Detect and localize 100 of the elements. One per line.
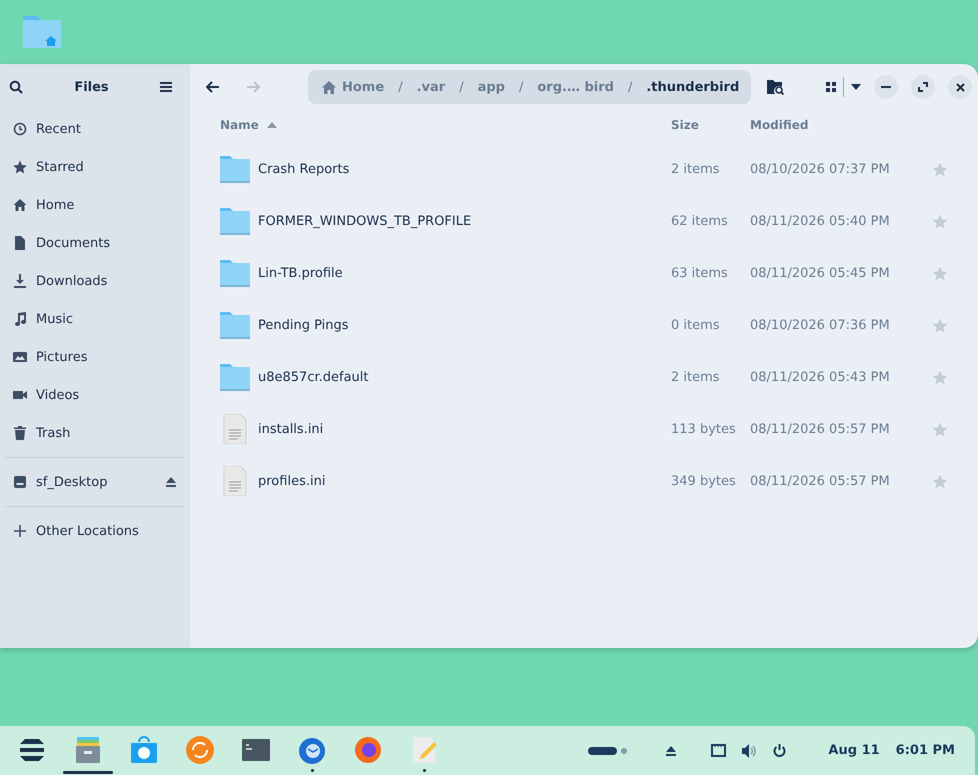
star-icon[interactable] xyxy=(932,214,948,228)
trash-icon xyxy=(13,426,27,440)
file-size: 2 items xyxy=(671,370,721,384)
sidebar-item[interactable]: Music xyxy=(0,300,190,338)
star-icon xyxy=(13,160,27,174)
time-label[interactable]: 6:01 PM xyxy=(896,743,955,758)
modified-date: 08/10/2026 07:37 PM xyxy=(750,162,891,176)
home-icon xyxy=(13,198,27,212)
file-name: profiles.ini xyxy=(258,474,326,488)
maximize-button[interactable] xyxy=(911,75,935,99)
folder-icon xyxy=(220,364,250,390)
file-name: Pending Pings xyxy=(258,318,349,332)
star-icon[interactable] xyxy=(932,162,948,176)
column-header[interactable]: Modified xyxy=(750,118,809,132)
sidebar-item[interactable]: Home xyxy=(0,186,190,224)
image-icon xyxy=(13,350,27,364)
file-size: 113 bytes xyxy=(671,422,737,436)
folder-icon xyxy=(220,156,250,182)
folder-icon xyxy=(220,208,250,234)
close-button[interactable] xyxy=(948,75,972,99)
star-icon[interactable] xyxy=(932,422,948,436)
sidebar-item[interactable]: Pictures xyxy=(0,338,190,376)
modified-date: 08/11/2026 05:57 PM xyxy=(750,474,891,488)
modified-date: 08/11/2026 05:40 PM xyxy=(750,214,891,228)
menu-icon[interactable] xyxy=(160,82,172,92)
volume-icon[interactable] xyxy=(742,744,758,758)
modified-date: 08/11/2026 05:43 PM xyxy=(750,370,891,384)
file-row[interactable]: profiles.ini 349 bytes 08/11/2026 05:57 PM xyxy=(190,455,978,507)
file-name: installs.ini xyxy=(258,422,324,436)
modified-date: 08/11/2026 05:57 PM xyxy=(750,422,891,436)
file-size: 2 items xyxy=(671,162,721,176)
home-icon xyxy=(322,80,336,94)
eject-icon[interactable] xyxy=(665,746,678,756)
plus-icon xyxy=(13,524,27,538)
file-row[interactable]: Pending Pings 0 items 08/10/2026 07:36 PM xyxy=(190,299,978,351)
file-name: Crash Reports xyxy=(258,162,350,176)
star-icon[interactable] xyxy=(932,266,948,280)
browser-app-icon[interactable] xyxy=(353,735,383,765)
camera-icon xyxy=(13,388,27,402)
app-title: Files xyxy=(74,80,109,94)
sidebar-item[interactable]: sf_Desktop xyxy=(0,463,190,501)
file-row[interactable]: u8e857cr.default 2 items 08/11/2026 05:43 PM xyxy=(190,351,978,403)
file-row[interactable]: FORMER_WINDOWS_TB_PROFILE 62 items 08/11/2026 05:40 PM xyxy=(190,195,978,247)
sidebar-item[interactable]: Downloads xyxy=(0,262,190,300)
refresh-icon[interactable] xyxy=(185,735,215,765)
minimize-button[interactable] xyxy=(874,75,898,99)
path-separator: / xyxy=(628,80,632,94)
shopping-bag-icon[interactable] xyxy=(129,735,159,765)
forward-arrow-icon xyxy=(246,81,260,93)
eject-icon[interactable] xyxy=(165,477,177,487)
drive-icon xyxy=(13,475,27,489)
running-indicator xyxy=(422,769,426,772)
minimize-icon xyxy=(881,86,891,88)
folder-icon xyxy=(220,260,250,286)
file-name: u8e857cr.default xyxy=(258,370,368,384)
file-cabinet-icon[interactable] xyxy=(73,735,103,765)
file-row[interactable]: Crash Reports 2 items 08/10/2026 07:37 PM xyxy=(190,143,978,195)
close-icon xyxy=(956,82,964,92)
grid-view-icon[interactable] xyxy=(826,82,836,92)
sidebar-item[interactable]: Documents xyxy=(0,224,190,262)
mail-app-icon[interactable] xyxy=(297,735,327,765)
file-size: 63 items xyxy=(671,266,729,280)
power-icon[interactable] xyxy=(773,744,786,758)
sidebar-item[interactable]: Starred xyxy=(0,148,190,186)
modified-date: 08/11/2026 05:45 PM xyxy=(750,266,891,280)
active-indicator xyxy=(63,771,113,774)
star-icon[interactable] xyxy=(932,474,948,488)
document-icon xyxy=(13,236,27,250)
dropdown-caret-icon[interactable] xyxy=(851,84,861,90)
file-size: 0 items xyxy=(671,318,721,332)
music-note-icon xyxy=(13,312,27,326)
sidebar-item[interactable]: Recent xyxy=(0,110,190,148)
path-segment[interactable]: .thunderbird xyxy=(646,80,740,94)
sidebar-item[interactable]: Trash xyxy=(0,414,190,452)
maximize-icon xyxy=(918,82,928,92)
path-separator: / xyxy=(459,80,464,94)
star-icon[interactable] xyxy=(932,370,948,384)
file-size: 62 items xyxy=(671,214,729,228)
workspace-indicator-icon[interactable] xyxy=(588,746,628,754)
folder-icon xyxy=(220,312,250,338)
sidebar-item[interactable]: Videos xyxy=(0,376,190,414)
search-icon[interactable] xyxy=(9,80,23,94)
star-icon[interactable] xyxy=(932,318,948,332)
path-separator: / xyxy=(398,80,403,94)
download-icon xyxy=(13,274,27,288)
file-row[interactable]: installs.ini 113 bytes 08/11/2026 05:57 PM xyxy=(190,403,978,455)
file-row[interactable]: Lin-TB.profile 63 items 08/11/2026 05:45 PM xyxy=(190,247,978,299)
path-separator: / xyxy=(518,80,524,94)
sidebar-item[interactable]: Other Locations xyxy=(0,512,190,550)
column-header[interactable]: Name xyxy=(220,118,671,132)
column-header[interactable]: Size xyxy=(671,118,750,132)
folder-search-icon[interactable] xyxy=(767,79,784,95)
file-name: FORMER_WINDOWS_TB_PROFILE xyxy=(258,214,472,228)
date-label[interactable]: Aug 11 xyxy=(828,743,880,758)
modified-date: 08/10/2026 07:36 PM xyxy=(750,318,891,332)
back-arrow-icon xyxy=(206,81,220,93)
clock-icon xyxy=(13,122,27,136)
network-icon[interactable] xyxy=(711,744,726,757)
file-size: 349 bytes xyxy=(671,474,737,488)
file-name: Lin-TB.profile xyxy=(258,266,343,280)
